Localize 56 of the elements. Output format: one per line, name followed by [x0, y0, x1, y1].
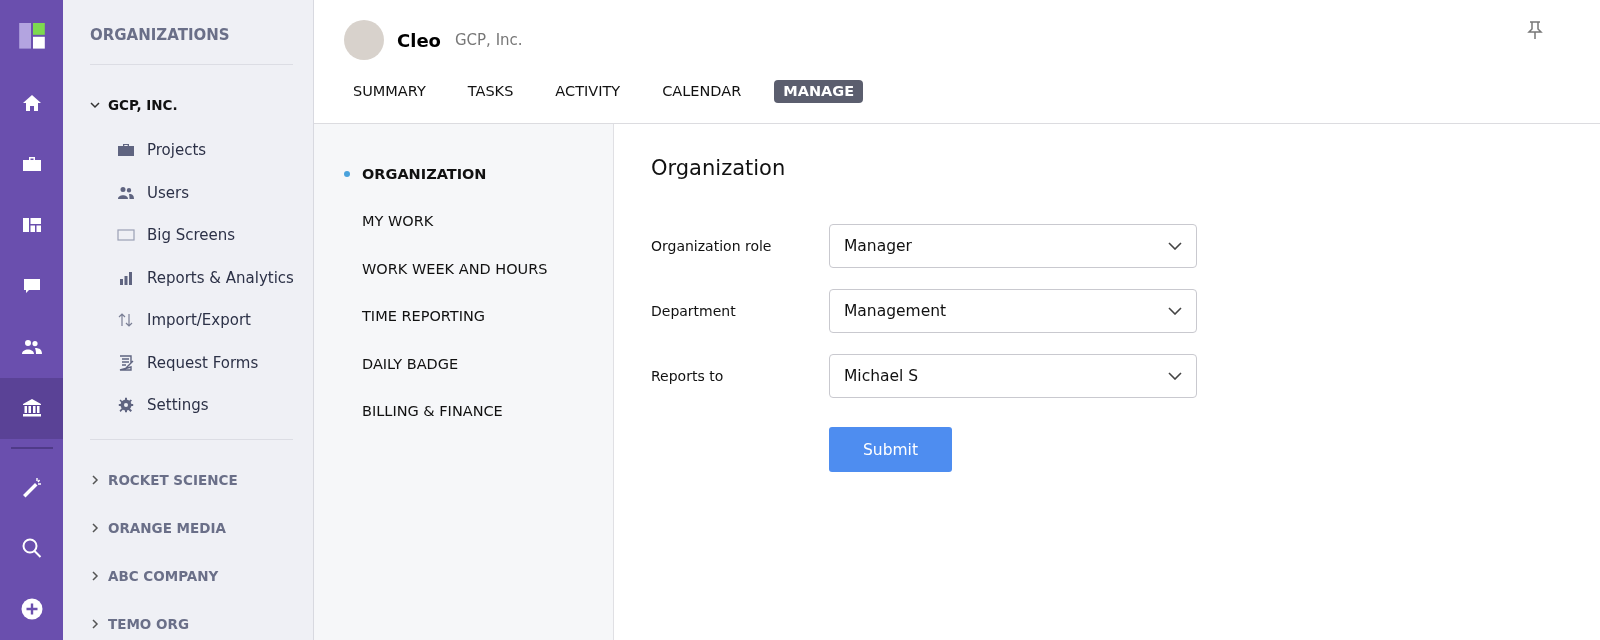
company-group[interactable]: GCP, INC. — [90, 81, 178, 129]
search-icon — [20, 537, 43, 560]
active-dot — [344, 170, 350, 177]
chevron-icon — [90, 522, 100, 533]
briefcase-icon — [117, 142, 135, 159]
company-group[interactable]: ORANGE MEDIA — [90, 503, 226, 552]
avatar — [344, 20, 384, 60]
field-label: Organization role — [651, 238, 773, 254]
company-group[interactable]: TEMO ORG — [90, 599, 189, 640]
sidebar-item[interactable]: Request Forms — [90, 341, 259, 384]
submenu-item[interactable]: TIME REPORTING — [314, 292, 613, 340]
arrows-icon — [117, 312, 135, 329]
field-label: Department — [651, 303, 737, 319]
company-group[interactable]: ABC COMPANY — [90, 551, 219, 600]
submenu-item[interactable]: ORGANIZATION — [314, 150, 613, 198]
sidebar-item[interactable]: Projects — [90, 129, 207, 172]
sidebar-title: ORGANIZATIONS — [90, 26, 231, 46]
bank-icon — [20, 397, 43, 420]
rail-button[interactable] — [0, 377, 63, 439]
tab[interactable]: ACTIVITY — [546, 80, 630, 103]
company-group[interactable]: ROCKET SCIENCE — [90, 455, 238, 504]
tab[interactable]: MANAGE — [774, 80, 864, 103]
caret-icon — [1168, 307, 1182, 315]
caret-icon — [1168, 242, 1182, 250]
field-label: Reports to — [651, 368, 725, 384]
submenu-item[interactable]: MY WORK — [314, 197, 613, 245]
caret-icon — [1168, 372, 1182, 380]
plus-icon — [20, 598, 43, 621]
chevron-icon — [90, 570, 100, 581]
pin-icon[interactable] — [1526, 20, 1544, 40]
sidebar-item[interactable]: Import/Export — [90, 299, 251, 342]
select-field[interactable]: Michael S — [829, 354, 1197, 398]
tab[interactable]: SUMMARY — [344, 80, 435, 103]
user-name: Cleo — [397, 29, 441, 51]
sidebar-item[interactable]: Users — [90, 171, 189, 214]
tab[interactable]: CALENDAR — [653, 80, 751, 103]
form-title: Organization — [651, 156, 787, 180]
form-icon — [117, 354, 135, 371]
submenu-item[interactable]: DAILY BADGE — [314, 340, 613, 388]
select-field[interactable]: Manager — [829, 224, 1197, 268]
organization-name: GCP, Inc. — [454, 31, 523, 49]
monitor-icon — [117, 227, 135, 244]
users-icon — [117, 184, 135, 201]
bar-chart-icon — [117, 269, 135, 286]
chevron-icon — [90, 474, 100, 485]
settings-icon — [117, 397, 135, 414]
sidebar-item[interactable]: Settings — [90, 384, 209, 427]
chevron-icon — [90, 100, 100, 110]
submenu-item[interactable]: WORK WEEK AND HOURS — [314, 245, 613, 293]
chevron-icon — [90, 618, 100, 629]
sidebar-item[interactable]: Big Screens — [90, 214, 236, 257]
submenu-item[interactable]: BILLING & FINANCE — [314, 387, 613, 435]
logo-icon — [18, 23, 45, 49]
tab[interactable]: TASKS — [458, 80, 523, 103]
select-field[interactable]: Management — [829, 289, 1197, 333]
sidebar-item[interactable]: Reports & Analytics — [90, 256, 294, 299]
